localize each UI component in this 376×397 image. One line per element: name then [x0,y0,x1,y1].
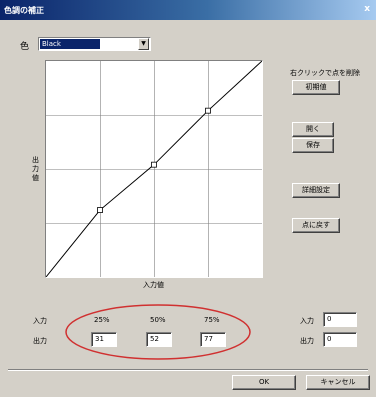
chevron-down-icon[interactable]: ▼ [138,38,149,50]
curve-control-point[interactable] [97,207,103,213]
input-row-label: 入力 [33,317,47,325]
save-button[interactable]: 保存 [292,138,334,153]
curve-canvas[interactable] [46,61,262,277]
hint-text: 右クリックで点を削除 [290,69,360,77]
cancel-button[interactable]: キャンセル [306,375,370,390]
point-input-label: 入力 [300,317,314,325]
reset-button[interactable]: 初期値 [292,80,340,95]
input-value-50: 50% [150,316,166,324]
curve-control-point[interactable] [205,107,211,114]
x-axis-label: 入力値 [143,281,164,289]
curve-control-point[interactable] [151,161,157,168]
output-field-75[interactable]: 77 [200,332,226,347]
window-title: 色調の補正 [4,6,44,15]
restore-point-button[interactable]: 点に戻す [292,218,340,233]
curve-grid [46,61,262,277]
point-input-field[interactable]: 0 [323,312,357,327]
channel-selected-value: Black [40,39,100,49]
input-value-75: 75% [204,316,220,324]
point-output-label: 出力 [300,337,314,345]
output-field-25[interactable]: 31 [91,332,117,347]
point-output-field[interactable]: 0 [323,332,357,347]
close-icon[interactable]: x [364,4,370,14]
y-axis-label: 出力値 [32,156,39,182]
curve-graph[interactable] [45,60,263,278]
output-row-label: 出力 [33,337,47,345]
title-bar: 色調の補正 x [0,0,376,20]
channel-select[interactable]: Black ▼ [38,37,151,51]
channel-label: 色 [20,42,30,52]
ok-button[interactable]: OK [232,375,296,390]
footer-divider [8,369,368,371]
curve-points [97,107,211,213]
open-button[interactable]: 開く [292,122,334,137]
detail-settings-button[interactable]: 詳細設定 [292,183,340,198]
tone-curve [46,61,262,277]
output-field-50[interactable]: 52 [146,332,172,347]
input-value-25: 25% [94,316,110,324]
